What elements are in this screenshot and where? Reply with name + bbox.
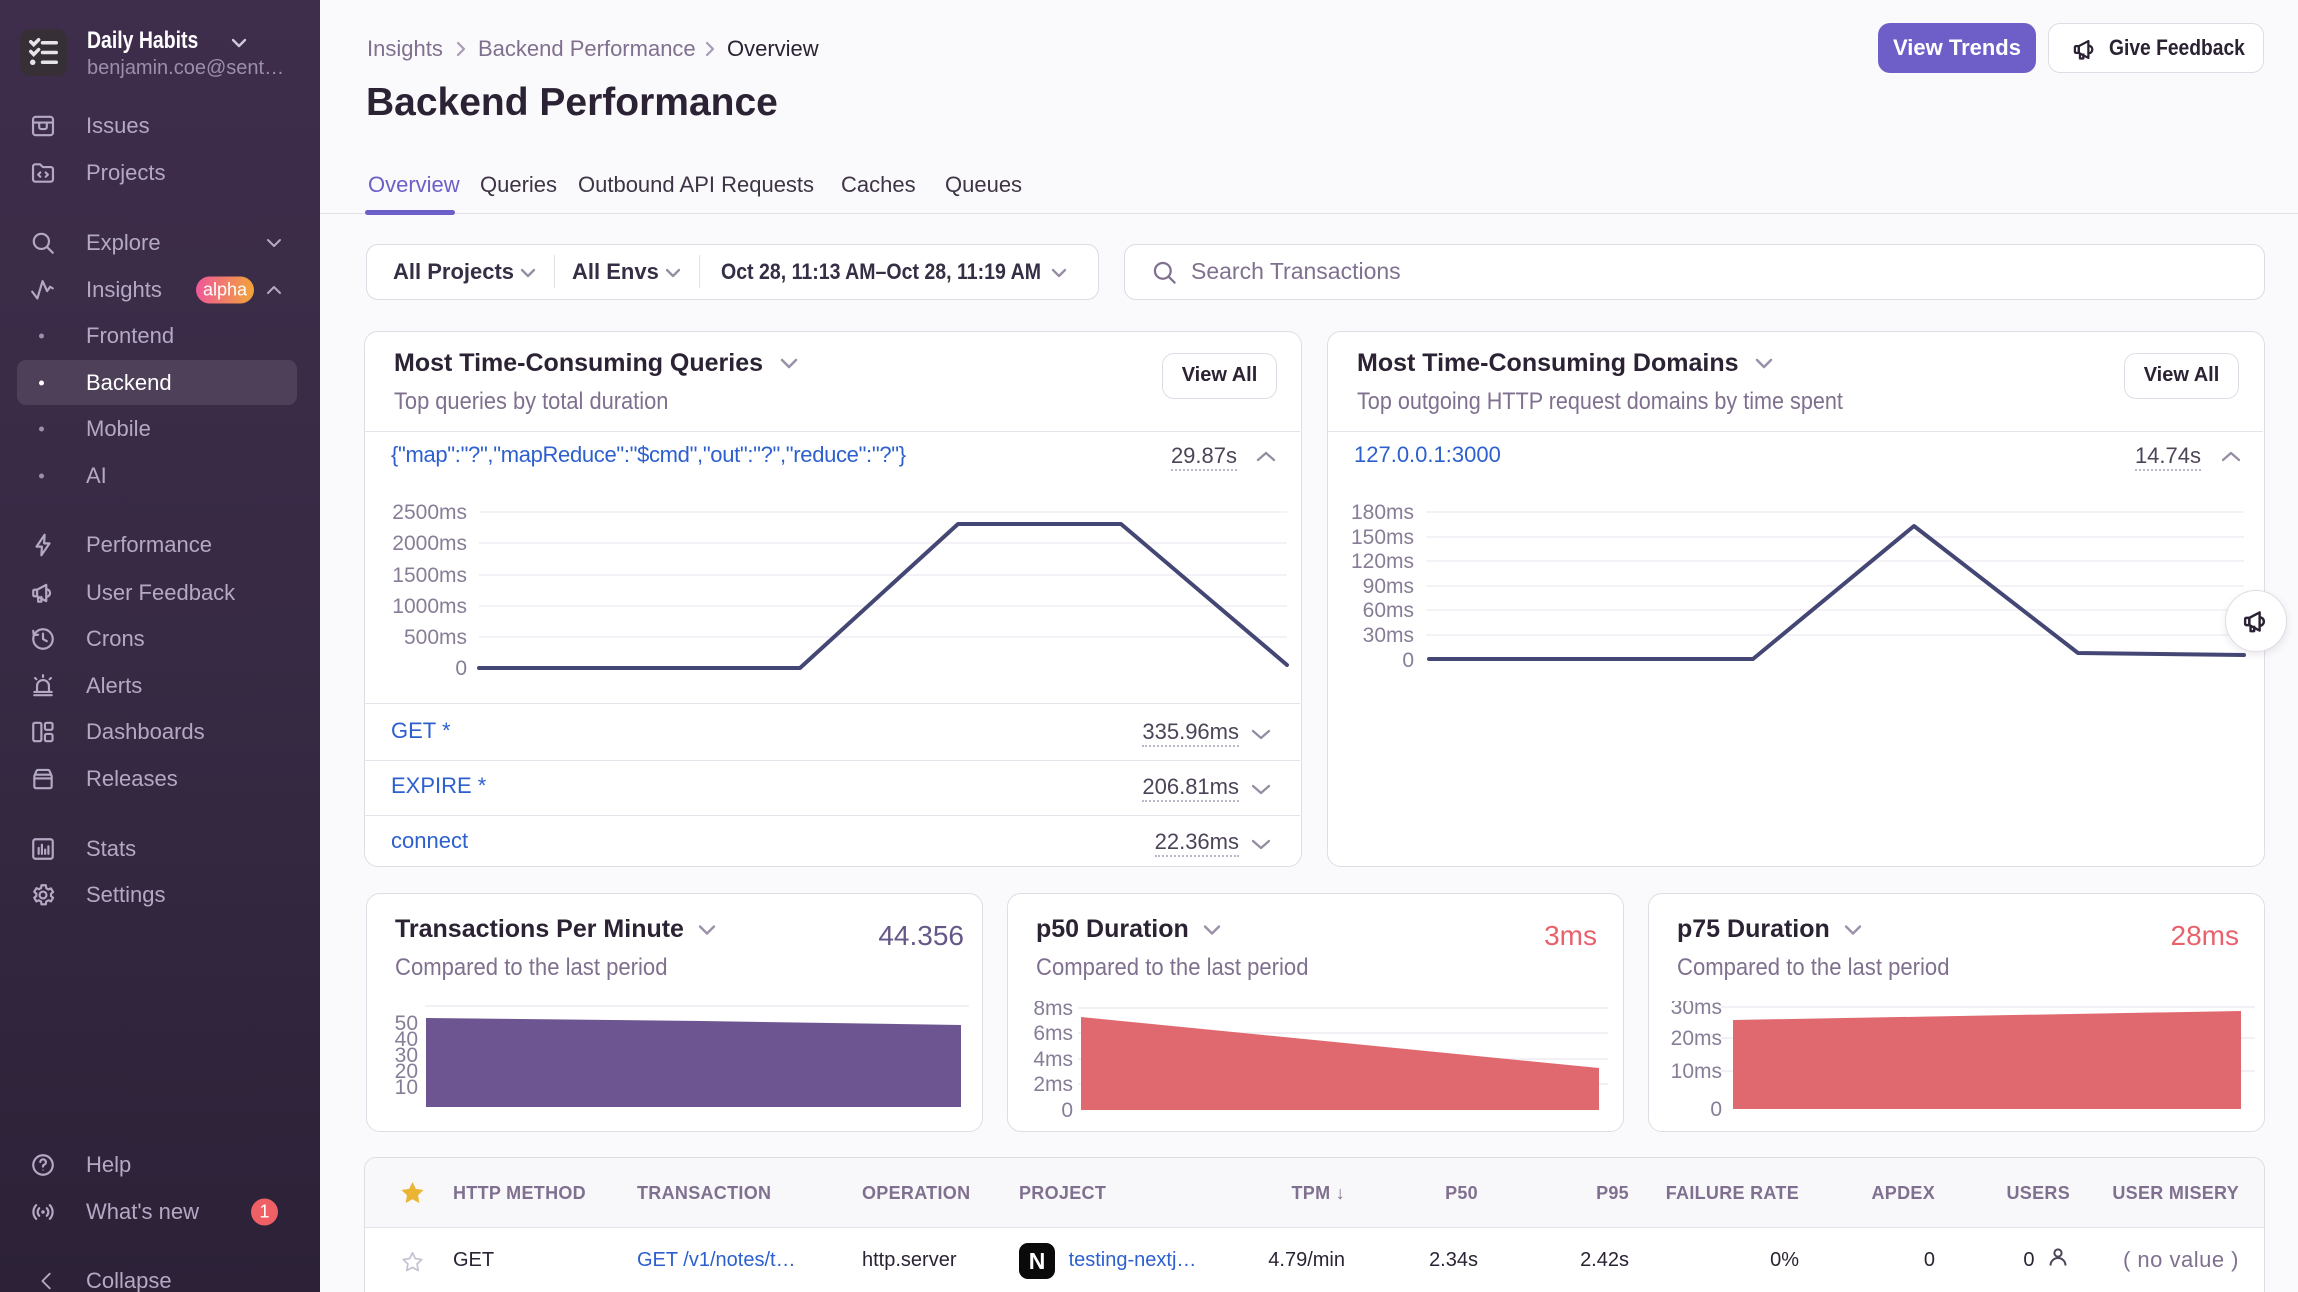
svg-text:20ms: 20ms — [1671, 1027, 1722, 1050]
svg-text:90ms: 90ms — [1363, 575, 1414, 598]
svg-text:0: 0 — [1402, 649, 1414, 672]
svg-text:0: 0 — [1710, 1098, 1722, 1121]
svg-text:0: 0 — [455, 657, 467, 680]
svg-text:6ms: 6ms — [1033, 1022, 1073, 1045]
svg-text:120ms: 120ms — [1351, 550, 1414, 573]
svg-text:150ms: 150ms — [1351, 526, 1414, 549]
svg-text:60ms: 60ms — [1363, 599, 1414, 622]
svg-text:10ms: 10ms — [1671, 1060, 1722, 1083]
svg-text:N: N — [1029, 1248, 1046, 1274]
svg-text:30ms: 30ms — [1671, 1001, 1722, 1019]
svg-text:500ms: 500ms — [404, 626, 467, 649]
svg-text:2500ms: 2500ms — [392, 501, 467, 524]
svg-text:0: 0 — [1061, 1099, 1073, 1122]
svg-text:2ms: 2ms — [1033, 1073, 1073, 1096]
svg-text:1000ms: 1000ms — [392, 595, 467, 618]
svg-text:2000ms: 2000ms — [392, 532, 467, 555]
svg-text:1500ms: 1500ms — [392, 564, 467, 587]
svg-text:8ms: 8ms — [1033, 1001, 1073, 1020]
svg-text:4ms: 4ms — [1033, 1048, 1073, 1071]
svg-text:30ms: 30ms — [1363, 624, 1414, 647]
svg-text:10: 10 — [395, 1076, 418, 1099]
svg-text:180ms: 180ms — [1351, 501, 1414, 524]
